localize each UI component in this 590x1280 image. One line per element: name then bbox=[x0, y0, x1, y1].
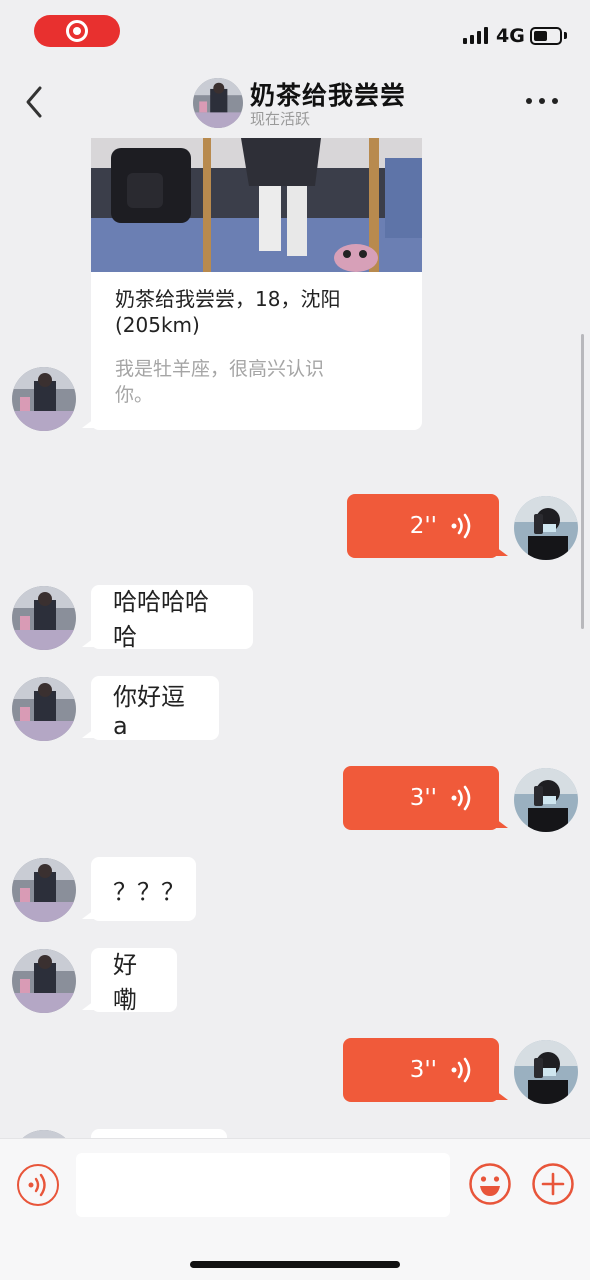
message-text: 哈哈哈哈哈 bbox=[113, 588, 209, 651]
contact-avatar[interactable] bbox=[12, 586, 76, 650]
profile-card-photo[interactable] bbox=[91, 138, 422, 272]
text-message-bubble[interactable]: 哈哈哈哈哈 bbox=[82, 585, 253, 651]
avatar-image bbox=[12, 586, 76, 650]
cellular-signal-icon bbox=[463, 27, 488, 44]
text-message-bubble[interactable]: ？？？ bbox=[82, 857, 196, 921]
contact-active-status: 现在活跃 bbox=[250, 110, 311, 128]
contact-avatar[interactable] bbox=[12, 677, 76, 741]
home-indicator[interactable] bbox=[190, 1261, 400, 1268]
profile-card[interactable]: 奶茶给我尝尝，18，沈阳(205km) 我是牡羊座，很高兴认识你。 bbox=[82, 138, 422, 430]
voice-message-bubble[interactable]: 2'' bbox=[347, 494, 508, 558]
contact-avatar[interactable] bbox=[12, 949, 76, 1013]
scrollbar[interactable] bbox=[581, 334, 584, 629]
voice-wave-icon bbox=[28, 1173, 46, 1197]
screen-record-indicator[interactable] bbox=[34, 15, 120, 47]
profile-card-title: 奶茶给我尝尝，18，沈阳(205km) bbox=[115, 287, 341, 337]
voice-duration: 3'' bbox=[409, 1057, 437, 1083]
avatar-image bbox=[12, 677, 76, 741]
avatar-image bbox=[12, 858, 76, 922]
voice-duration: 2'' bbox=[409, 513, 437, 539]
profile-card-description: 我是牡羊座，很高兴认识你。 bbox=[115, 358, 325, 406]
avatar-image bbox=[12, 949, 76, 1013]
voice-wave-icon bbox=[451, 785, 471, 811]
message-text: 你好逗a bbox=[113, 682, 185, 740]
voice-message-bubble[interactable]: 3'' bbox=[343, 766, 508, 830]
record-icon bbox=[66, 20, 88, 42]
text-message-bubble[interactable]: 好嘞 bbox=[82, 948, 177, 1014]
my-avatar[interactable] bbox=[514, 768, 578, 832]
input-bar bbox=[0, 1138, 590, 1280]
voice-duration: 3'' bbox=[409, 785, 437, 811]
my-avatar[interactable] bbox=[514, 496, 578, 560]
emoji-button[interactable] bbox=[468, 1162, 512, 1206]
network-type: 4G bbox=[496, 25, 525, 47]
voice-input-button[interactable] bbox=[17, 1164, 59, 1206]
avatar-image bbox=[193, 78, 243, 128]
back-button[interactable] bbox=[20, 82, 50, 122]
status-bar: 4G bbox=[0, 0, 590, 60]
chat-area[interactable]: 奶茶给我尝尝，18，沈阳(205km) 我是牡羊座，很高兴认识你。 2'' 哈哈… bbox=[0, 136, 590, 1138]
voice-message-bubble[interactable]: 3'' bbox=[343, 1038, 508, 1102]
message-input[interactable] bbox=[76, 1153, 450, 1217]
more-dots-icon bbox=[526, 98, 532, 104]
avatar-image bbox=[12, 367, 76, 431]
battery-tip bbox=[564, 32, 567, 39]
contact-avatar[interactable] bbox=[193, 78, 243, 128]
more-actions-button[interactable] bbox=[531, 1162, 575, 1206]
profile-photo-image bbox=[91, 138, 422, 272]
plus-circle-icon bbox=[532, 1163, 574, 1205]
avatar-image bbox=[514, 1040, 578, 1104]
chat-header: 奶茶给我尝尝 现在活跃 bbox=[0, 60, 590, 136]
message-text: 好嘞 bbox=[113, 951, 137, 1014]
smiley-icon bbox=[469, 1163, 511, 1205]
avatar-image bbox=[514, 496, 578, 560]
contact-avatar[interactable] bbox=[12, 858, 76, 922]
message-text: ？？？ bbox=[113, 877, 185, 906]
more-options-button[interactable] bbox=[526, 98, 558, 104]
avatar-image bbox=[12, 1130, 76, 1138]
contact-name: 奶茶给我尝尝 bbox=[250, 81, 407, 110]
text-message-bubble[interactable] bbox=[91, 1129, 227, 1138]
voice-wave-icon bbox=[451, 513, 471, 539]
contact-avatar[interactable] bbox=[12, 1130, 76, 1138]
avatar-image bbox=[514, 768, 578, 832]
battery-icon bbox=[530, 27, 562, 45]
chevron-left-icon bbox=[26, 86, 42, 118]
voice-wave-icon bbox=[451, 1057, 471, 1083]
text-message-bubble[interactable]: 你好逗a bbox=[82, 676, 219, 740]
my-avatar[interactable] bbox=[514, 1040, 578, 1104]
contact-avatar[interactable] bbox=[12, 367, 76, 431]
